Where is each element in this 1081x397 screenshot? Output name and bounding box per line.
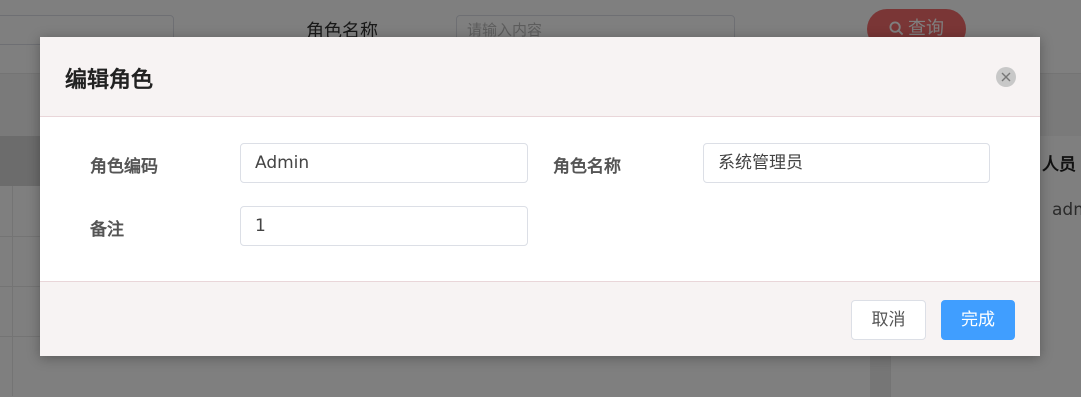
- edit-role-dialog: 编辑角色 角色编码 Admin 角色名称 系统管理员 备注 1 取消 完成: [40, 37, 1040, 356]
- dialog-body: 角色编码 Admin 角色名称 系统管理员 备注 1: [40, 117, 1040, 281]
- close-button[interactable]: [996, 67, 1016, 87]
- remark-input[interactable]: 1: [240, 206, 528, 246]
- remark-label: 备注: [90, 220, 124, 240]
- dialog-header: 编辑角色: [40, 37, 1040, 117]
- role-code-input[interactable]: Admin: [240, 143, 528, 183]
- dialog-footer: 取消 完成: [40, 281, 1040, 356]
- role-name-input[interactable]: 系统管理员: [703, 143, 990, 183]
- confirm-button[interactable]: 完成: [941, 300, 1015, 340]
- dialog-title: 编辑角色: [65, 68, 154, 93]
- role-name-label: 角色名称: [553, 157, 621, 177]
- cancel-button[interactable]: 取消: [851, 300, 926, 340]
- close-icon: [1001, 72, 1011, 82]
- role-code-label: 角色编码: [90, 157, 158, 177]
